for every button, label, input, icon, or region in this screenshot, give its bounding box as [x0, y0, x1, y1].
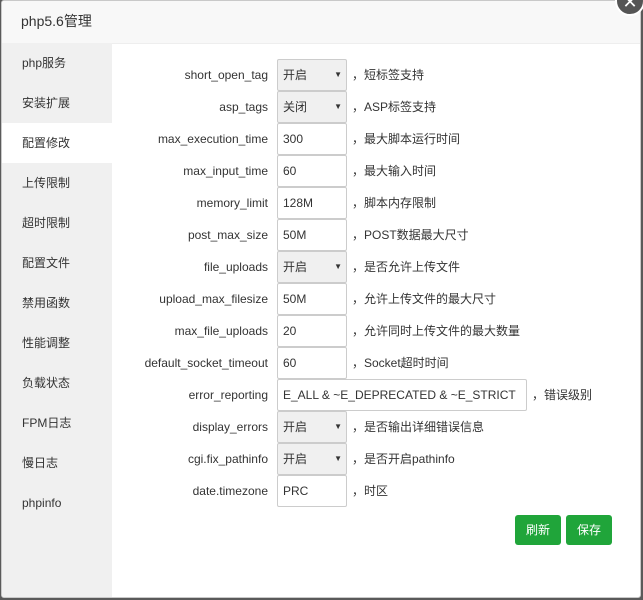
sidebar-item-disabled-functions[interactable]: 禁用函数 — [2, 283, 112, 323]
setting-label: memory_limit — [196, 196, 268, 210]
max-file-uploads-input[interactable]: 20 — [277, 315, 347, 347]
sidebar-item-timeout-limit[interactable]: 超时限制 — [2, 203, 112, 243]
chevron-down-icon: ▼ — [334, 70, 342, 79]
setting-label: upload_max_filesize — [159, 292, 268, 306]
select-value: 开启 — [283, 420, 308, 434]
sidebar-item-performance[interactable]: 性能调整 — [2, 323, 112, 363]
select-value: 关闭 — [283, 100, 308, 114]
max-execution-time-input[interactable]: 300 — [277, 123, 347, 155]
setting-label: asp_tags — [219, 100, 268, 114]
setting-label: short_open_tag — [184, 68, 268, 82]
post-max-size-input[interactable]: 50M — [277, 219, 347, 251]
select-value: 开启 — [283, 452, 308, 466]
asp-tags-select[interactable]: 关闭 ▼ — [277, 91, 347, 123]
sidebar-item-install-extensions[interactable]: 安装扩展 — [2, 83, 112, 123]
setting-note: ，允许上传文件的最大尺寸 — [352, 292, 497, 306]
refresh-button[interactable]: 刷新 — [515, 515, 561, 545]
date-timezone-input[interactable]: PRC — [277, 475, 347, 507]
short-open-tag-select[interactable]: 开启 ▼ — [277, 59, 347, 91]
dialog-title: php5.6管理 — [2, 1, 640, 44]
setting-label: file_uploads — [203, 260, 268, 274]
cgi-fix-pathinfo-select[interactable]: 开启 ▼ — [277, 443, 347, 475]
setting-label: display_errors — [192, 420, 268, 434]
sidebar-item-fpm-log[interactable]: FPM日志 — [2, 403, 112, 443]
setting-note: ，错误级别 — [532, 388, 593, 402]
setting-note: ，是否开启pathinfo — [352, 452, 455, 466]
setting-note: ，ASP标签支持 — [352, 100, 437, 114]
chevron-down-icon: ▼ — [334, 102, 342, 111]
chevron-down-icon: ▼ — [334, 454, 342, 463]
upload-max-filesize-input[interactable]: 50M — [277, 283, 347, 315]
max-input-time-input[interactable]: 60 — [277, 155, 347, 187]
error-reporting-input[interactable]: E_ALL & ~E_DEPRECATED & ~E_STRICT — [277, 379, 527, 411]
sidebar-item-load-status[interactable]: 负载状态 — [2, 363, 112, 403]
setting-note: ，POST数据最大尺寸 — [352, 228, 469, 242]
display-errors-select[interactable]: 开启 ▼ — [277, 411, 347, 443]
setting-note: ，最大脚本运行时间 — [352, 132, 461, 146]
memory-limit-input[interactable]: 128M — [277, 187, 347, 219]
select-value: 开启 — [283, 68, 308, 82]
setting-label: max_file_uploads — [174, 324, 268, 338]
default-socket-timeout-input[interactable]: 60 — [277, 347, 347, 379]
sidebar-item-slow-log[interactable]: 慢日志 — [2, 443, 112, 483]
setting-note: ，是否允许上传文件 — [352, 260, 461, 274]
php-manager-dialog: php5.6管理 php服务 安装扩展 配置修改 上传限制 超时限制 配置文件 … — [1, 0, 641, 598]
config-form: short_open_tag 开启 ▼ ，短标签支持 asp_tags 关闭 ▼ ，… — [112, 43, 640, 597]
setting-note: ，最大输入时间 — [352, 164, 437, 178]
setting-note: ，允许同时上传文件的最大数量 — [352, 324, 521, 338]
sidebar-item-config-file[interactable]: 配置文件 — [2, 243, 112, 283]
setting-note: ，短标签支持 — [352, 68, 425, 82]
save-button[interactable]: 保存 — [566, 515, 612, 545]
sidebar-item-phpinfo[interactable]: phpinfo — [2, 483, 112, 523]
file-uploads-select[interactable]: 开启 ▼ — [277, 251, 347, 283]
select-value: 开启 — [283, 260, 308, 274]
setting-label: max_execution_time — [157, 132, 268, 146]
chevron-down-icon: ▼ — [334, 422, 342, 431]
sidebar: php服务 安装扩展 配置修改 上传限制 超时限制 配置文件 禁用函数 性能调整… — [2, 43, 112, 597]
sidebar-item-php-service[interactable]: php服务 — [2, 43, 112, 83]
setting-note: ，是否输出详细错误信息 — [352, 420, 485, 434]
chevron-down-icon: ▼ — [334, 262, 342, 271]
setting-label: post_max_size — [187, 228, 268, 242]
sidebar-item-config-edit[interactable]: 配置修改 — [2, 123, 112, 163]
setting-note: ，时区 — [352, 484, 389, 498]
setting-note: ，脚本内存限制 — [352, 196, 437, 210]
setting-label: default_socket_timeout — [144, 356, 268, 370]
setting-note: ，Socket超时时间 — [352, 356, 449, 370]
setting-label: cgi.fix_pathinfo — [187, 452, 268, 466]
sidebar-item-upload-limit[interactable]: 上传限制 — [2, 163, 112, 203]
setting-label: max_input_time — [183, 164, 268, 178]
setting-label: error_reporting — [188, 388, 268, 402]
setting-label: date.timezone — [192, 484, 268, 498]
